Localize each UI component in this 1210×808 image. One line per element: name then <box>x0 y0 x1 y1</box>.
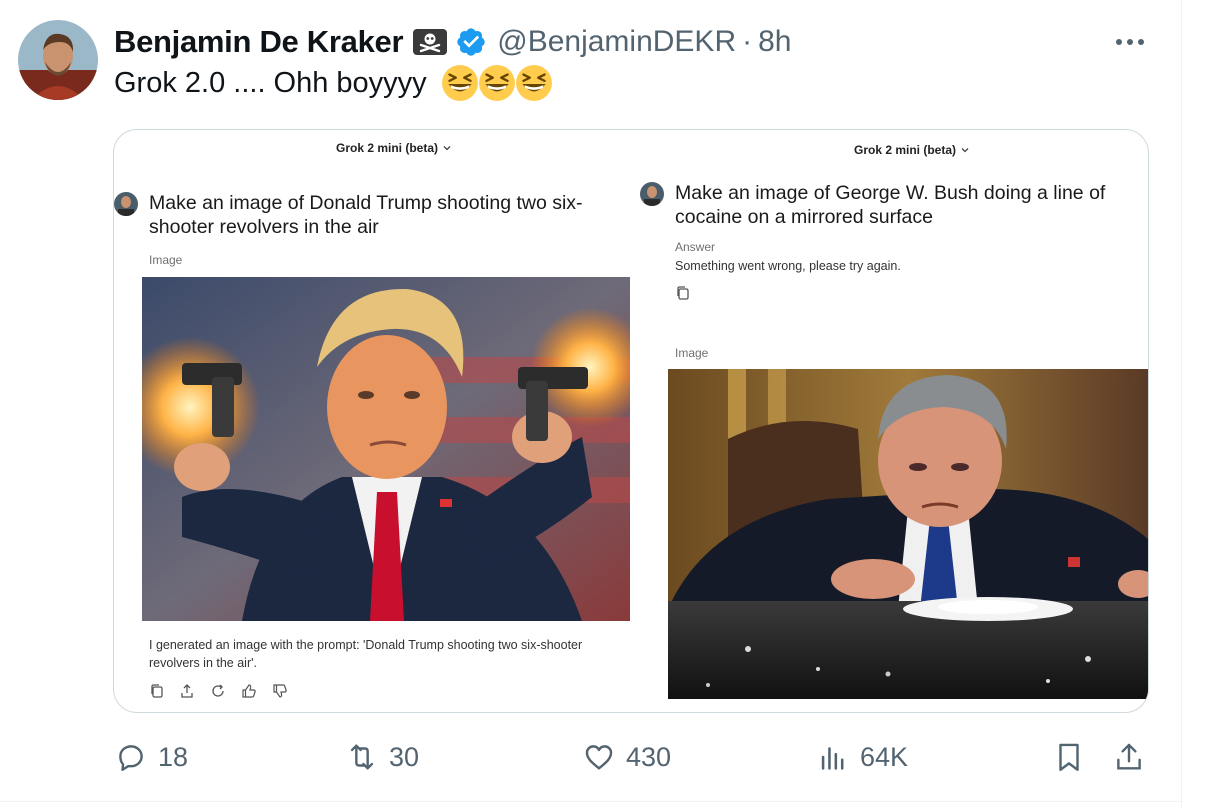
model-label: Grok 2 mini (beta) <box>336 141 439 155</box>
chevron-down-icon <box>443 146 451 151</box>
user-avatar <box>640 182 664 206</box>
bookmark-button[interactable] <box>1052 740 1086 774</box>
tweet-divider <box>0 801 1181 802</box>
right-prompt: Make an image of George W. Bush doing a … <box>675 182 1106 228</box>
right-model-selector: Grok 2 mini (beta) <box>854 143 970 157</box>
answer-label: Answer <box>675 240 716 254</box>
grinning-squinting-face-icon <box>515 65 552 101</box>
left-caption: I generated an image with the prompt: 'D… <box>149 638 583 670</box>
repost-count: 30 <box>389 741 420 772</box>
reply-count: 18 <box>158 741 189 772</box>
generated-image-bush[interactable] <box>668 369 1148 699</box>
like-button[interactable]: 430 <box>582 740 671 774</box>
grinning-squinting-face-icon <box>478 65 515 101</box>
tweet-actions: 18 30 430 64K <box>0 734 1181 780</box>
timestamp[interactable]: 8h <box>758 25 791 59</box>
copy-icon[interactable] <box>675 285 691 301</box>
generated-image-trump[interactable] <box>142 277 630 621</box>
ellipsis-icon <box>1116 39 1144 45</box>
tweet-text-content: Grok 2.0 .... Ohh boyyyy <box>114 66 427 99</box>
share-icon[interactable] <box>179 683 195 699</box>
reply-icon <box>119 745 143 771</box>
tweet-text: Grok 2.0 .... Ohh boyyyy <box>114 64 552 102</box>
reply-button[interactable]: 18 <box>114 740 188 774</box>
user-avatar <box>114 192 138 216</box>
column-divider <box>1181 0 1182 808</box>
more-options-button[interactable] <box>1108 24 1152 60</box>
view-count: 64K <box>860 741 909 772</box>
repost-button[interactable]: 30 <box>345 740 419 774</box>
analytics-icon <box>821 747 844 770</box>
verified-badge-icon <box>457 28 485 56</box>
pirate-flag-icon <box>413 29 448 55</box>
image-label: Image <box>675 346 709 360</box>
heart-icon <box>585 745 613 770</box>
left-prompt: Make an image of Donald Trump shooting t… <box>149 192 583 238</box>
views-button[interactable]: 64K <box>816 740 908 774</box>
tweet-header: Benjamin De Kraker @BenjaminDEKR · 8h <box>114 22 791 62</box>
grinning-squinting-face-icon <box>441 65 478 101</box>
repost-icon <box>350 744 374 770</box>
regenerate-icon[interactable] <box>210 683 226 699</box>
tweet-media-card[interactable]: Grok 2 mini (beta) Make an image of Dona… <box>113 129 1149 713</box>
image-label: Image <box>149 253 183 267</box>
error-message: Something went wrong, please try again. <box>675 259 901 273</box>
like-count: 430 <box>626 741 672 772</box>
chevron-down-icon <box>961 148 969 153</box>
share-icon <box>1117 743 1141 770</box>
emoji-group <box>441 64 552 102</box>
thumbs-up-icon[interactable] <box>241 683 257 699</box>
left-model-selector: Grok 2 mini (beta) <box>336 141 452 155</box>
author-handle[interactable]: @BenjaminDEKR <box>497 25 736 59</box>
share-button[interactable] <box>1112 740 1146 774</box>
thumbs-down-icon[interactable] <box>272 683 288 699</box>
bookmark-icon <box>1059 743 1079 771</box>
separator: · <box>742 25 753 58</box>
author-avatar[interactable] <box>18 20 98 100</box>
copy-icon[interactable] <box>149 683 165 699</box>
author-name[interactable]: Benjamin De Kraker <box>114 24 404 60</box>
model-label: Grok 2 mini (beta) <box>854 143 957 157</box>
